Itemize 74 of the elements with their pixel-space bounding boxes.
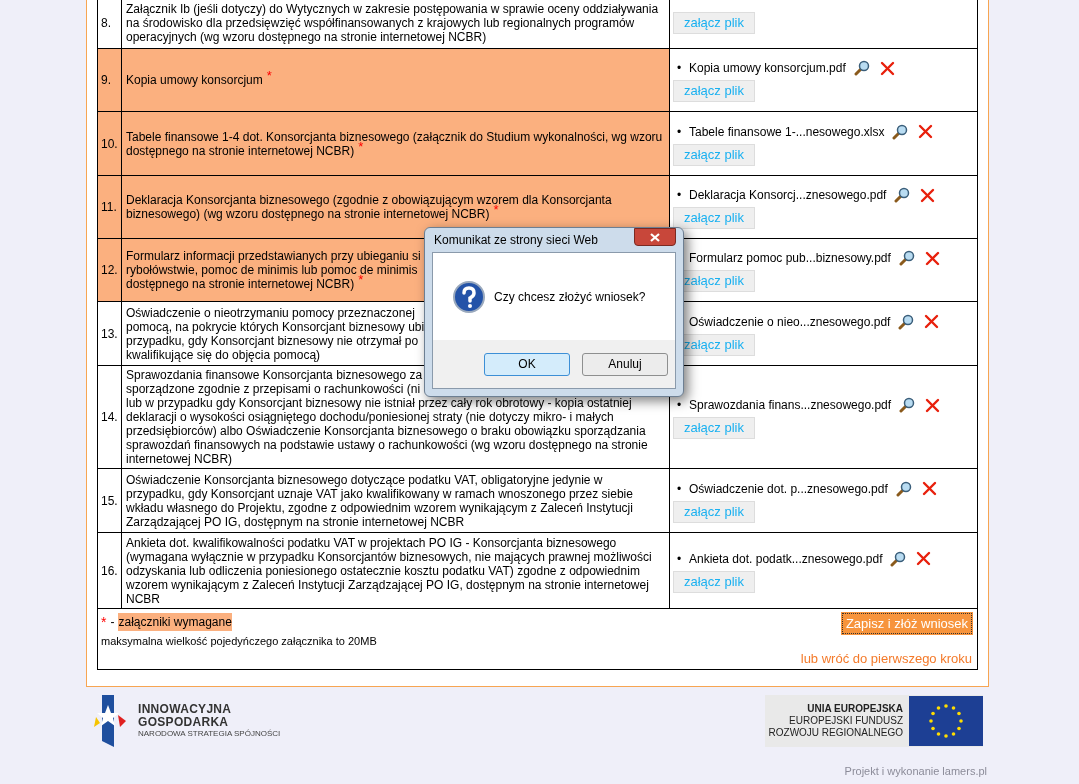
row-number: 12. bbox=[101, 263, 118, 277]
magnifier-icon[interactable] bbox=[899, 397, 916, 413]
close-icon bbox=[650, 232, 660, 242]
logo-title: GOSPODARKA bbox=[138, 715, 230, 729]
question-icon bbox=[453, 280, 485, 313]
attach-file-button[interactable]: załącz plik bbox=[673, 11, 755, 34]
magnifier-icon[interactable] bbox=[895, 480, 912, 497]
submit-button[interactable]: Zapisz i złóż wniosek bbox=[841, 613, 972, 634]
close-button[interactable] bbox=[634, 228, 676, 246]
logo-tagline: NARODOWA STRATEGIA SPÓJNOŚCI bbox=[138, 728, 281, 739]
attach-file-button[interactable]: załącz plik bbox=[673, 143, 755, 166]
row-number: 13. bbox=[101, 326, 118, 341]
row-number: 16. bbox=[101, 563, 118, 578]
row-number: 11. bbox=[101, 200, 117, 214]
cross-icon[interactable] bbox=[924, 250, 940, 266]
magnifier-icon[interactable] bbox=[894, 187, 911, 203]
cross-icon[interactable] bbox=[916, 551, 932, 566]
item-description: Formularz informacji przedstawianych przy ubieganiu si rybołówstwie, pomoc de minimis lub pomoc de minimis dostępnego na stronie internetowej NCBR) * bbox=[126, 249, 422, 291]
cross-icon[interactable] bbox=[925, 397, 941, 413]
item-description: Kopia umowy konsorcjum * bbox=[126, 73, 273, 87]
row-number: 9. bbox=[101, 73, 111, 87]
eu-subtitle: EUROPEJSKI FUNDUSZ bbox=[789, 714, 903, 727]
file-link[interactable]: Oświadczenie dot. p...znesowego.pdf bbox=[689, 479, 888, 498]
magnifier-icon[interactable] bbox=[853, 60, 870, 76]
file-link[interactable]: Formularz pomoc pub...biznesowy.pdf bbox=[689, 249, 891, 267]
cross-icon[interactable] bbox=[879, 60, 895, 76]
bullet: • bbox=[676, 60, 683, 77]
magnifier-icon[interactable] bbox=[890, 550, 907, 567]
item-description: Oświadczenie o nieotrzymaniu pomocy przeznaczonej pomocą, na pokrycie których Konsorcjant biznesowy ubi przypadku, gdy Konsorcjant biznesowy nie otrzymał po kwalifikujące się do objęcia pomocą) bbox=[126, 305, 426, 362]
bullet: • bbox=[676, 123, 683, 141]
file-link[interactable]: Kopia umowy konsorcjum.pdf bbox=[689, 59, 846, 77]
dialog-button[interactable]: Anuluj bbox=[582, 352, 668, 376]
dash: - bbox=[110, 614, 115, 631]
row-number: 15. bbox=[101, 493, 118, 508]
item-description: Tabele finansowe 1-4 dot. Konsorcjanta biznesowego (załącznik do Studium wykonalności, wg wzoru dostępnego na stronie internetowej NCBR) * bbox=[126, 129, 664, 158]
eu-subtitle: ROZWOJU REGIONALNEGO bbox=[768, 726, 903, 739]
file-link[interactable]: Tabele finansowe 1-...nesowego.xlsx bbox=[689, 122, 885, 141]
attach-file-button[interactable]: załącz plik bbox=[673, 570, 755, 593]
cross-icon[interactable] bbox=[920, 187, 936, 203]
attach-file-button[interactable]: załącz plik bbox=[673, 500, 755, 523]
eu-title: UNIA EUROPEJSKA bbox=[807, 702, 903, 715]
item-description: Ankieta dot. kwalifikowalności podatku VAT w projektach PO IG - Konsorcjanta biznesowego (wymagana wyłącznie w przypadku Konsorcjantów biznesowych, nie mających prawnej możliwości odzyskania lub odliczenia poniesionego ostatecznie kosztu podatku VAT) zgodne z odpowiednim wzorem wynikającym z Zaleceń Instytucji Zarządzającej PO IG, dostępnym na stronie internetowej NCBR bbox=[126, 535, 653, 606]
cross-icon[interactable] bbox=[924, 314, 940, 329]
cross-icon[interactable] bbox=[918, 124, 934, 139]
file-link[interactable]: Ankieta dot. podatk...znesowego.pdf bbox=[689, 549, 883, 568]
cross-icon[interactable] bbox=[921, 481, 937, 496]
eu-flag-icon bbox=[909, 695, 983, 746]
required-mark: * bbox=[101, 616, 107, 628]
dialog-message: Czy chcesz złożyć wniosek? bbox=[494, 288, 646, 306]
back-link[interactable]: lub wróć do pierwszego kroku bbox=[800, 649, 972, 669]
logo-title: INNOWACYJNA bbox=[138, 702, 233, 716]
magnifier-icon[interactable] bbox=[898, 313, 915, 330]
attach-file-button[interactable]: załącz plik bbox=[673, 417, 755, 439]
file-link[interactable]: Deklaracja Konsorcj...znesowego.pdf bbox=[689, 186, 887, 204]
row-number: 8. bbox=[101, 15, 111, 30]
required-legend: załączniki wymagane bbox=[118, 613, 232, 631]
attach-file-button[interactable]: załącz plik bbox=[673, 80, 755, 102]
size-note: maksymalna wielkość pojedyńczego załącznika to 20MB bbox=[101, 634, 377, 649]
dialog-title: Komunikat ze strony sieci Web bbox=[433, 232, 598, 249]
dialog-button[interactable]: OK bbox=[484, 352, 570, 376]
row-number: 10. bbox=[101, 136, 118, 151]
file-link[interactable]: Oświadczenie o nieo...znesowego.pdf bbox=[689, 312, 891, 331]
item-description: Oświadczenie Konsorcjanta biznesowego dotyczące podatku VAT, obligatoryjne jedynie w przypadku, gdy Konsorcjant uznaje VAT jako kwalifikowany w ramach wnoszonego przez siebie wkładu własnego do Projektu, zgodne z odpowiednim wzorem wynikającym z Zaleceń Instytucji Zarządzającej PO IG, dostępnym na stronie internetowej NCBR bbox=[126, 472, 634, 529]
row-number: 14. bbox=[101, 410, 118, 424]
attach-file-button[interactable]: załącz plik bbox=[673, 207, 755, 229]
bullet: • bbox=[676, 187, 683, 204]
bullet: • bbox=[676, 480, 683, 498]
magnifier-icon[interactable] bbox=[898, 250, 915, 266]
item-description: Deklaracja Konsorcjanta biznesowego (zgodnie z obowiązującym wzorem dla Konsorcjanta biznesowego) (wg wzoru dostępnego na stronie internetowej NCBR) * bbox=[126, 193, 613, 221]
file-link[interactable]: Sprawozdania finans...znesowego.pdf bbox=[689, 396, 892, 414]
bullet: • bbox=[676, 397, 683, 414]
item-description: Załącznik Ib (jeśli dotyczy) do Wytycznych w zakresie postępowania w sprawie oceny oddziaływania na środowisko dla przedsięwzięć współfinansowanych z krajowych lub regionalnych programów operacyjnych (wg wzoru dostępnego na stronie internetowej NCBR) bbox=[126, 1, 660, 44]
magnifier-icon[interactable] bbox=[892, 123, 909, 140]
bullet: • bbox=[676, 550, 683, 568]
